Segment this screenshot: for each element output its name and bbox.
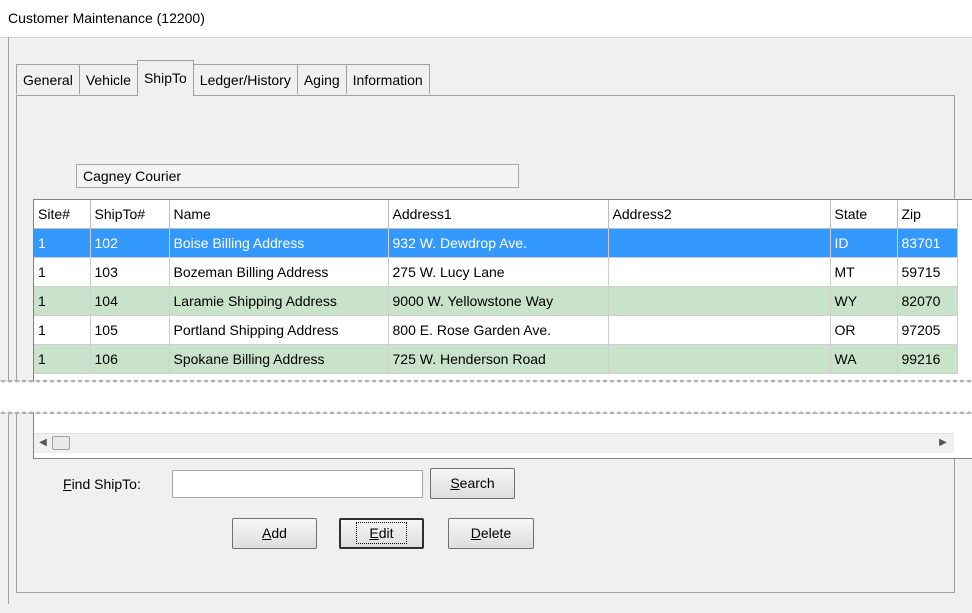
col-header-address2[interactable]: Address2 — [608, 200, 831, 229]
cell-address2 — [608, 228, 831, 258]
customer-maintenance-window: Customer Maintenance (12200) General Veh… — [0, 0, 972, 613]
cell-shipto: 102 — [90, 228, 170, 258]
find-shipto-input[interactable] — [172, 470, 423, 498]
cell-site: 1 — [34, 315, 91, 345]
cell-state: ID — [830, 228, 898, 258]
col-header-zip[interactable]: Zip — [897, 200, 958, 229]
table-row[interactable]: 1 103 Bozeman Billing Address 275 W. Luc… — [34, 257, 958, 287]
cell-shipto: 106 — [90, 344, 170, 374]
table-row[interactable]: 1 104 Laramie Shipping Address 9000 W. Y… — [34, 286, 958, 316]
title-bar: Customer Maintenance (12200) — [0, 0, 972, 38]
cell-address2 — [608, 286, 831, 316]
scroll-left-arrow-icon[interactable]: ◀ — [36, 436, 50, 450]
tab-shipto[interactable]: ShipTo — [136, 60, 194, 96]
cell-name: Bozeman Billing Address — [169, 257, 389, 287]
cell-name: Laramie Shipping Address — [169, 286, 389, 316]
cell-state: WA — [830, 344, 898, 374]
tab-ledger-history[interactable]: Ledger/History — [192, 64, 298, 94]
table-row[interactable]: 1 106 Spokane Billing Address 725 W. Hen… — [34, 344, 958, 374]
col-header-address1[interactable]: Address1 — [388, 200, 609, 229]
cell-site: 1 — [34, 257, 91, 287]
cell-zip: 83701 — [897, 228, 958, 258]
horizontal-scrollbar[interactable]: ◀ ▶ — [34, 433, 954, 453]
cell-zip: 59715 — [897, 257, 958, 287]
window-title: Customer Maintenance (12200) — [8, 10, 205, 26]
cell-address1: 725 W. Henderson Road — [388, 344, 609, 374]
scroll-thumb[interactable] — [52, 436, 70, 450]
cell-name: Boise Billing Address — [169, 228, 389, 258]
tab-information[interactable]: Information — [345, 64, 430, 94]
cell-address1: 275 W. Lucy Lane — [388, 257, 609, 287]
grid-header-row: Site# ShipTo# Name Address1 Address2 Sta… — [34, 200, 958, 229]
focus-rect: Edit — [356, 522, 407, 544]
add-button[interactable]: Add — [232, 518, 317, 549]
tab-general[interactable]: General — [16, 64, 80, 94]
cell-state: OR — [830, 315, 898, 345]
cell-name: Spokane Billing Address — [169, 344, 389, 374]
col-header-shipto[interactable]: ShipTo# — [90, 200, 170, 229]
delete-button[interactable]: Delete — [448, 518, 534, 549]
col-header-name[interactable]: Name — [169, 200, 389, 229]
cell-site: 1 — [34, 286, 91, 316]
tab-strip: General Vehicle ShipTo Ledger/History Ag… — [16, 60, 430, 96]
cell-shipto: 103 — [90, 257, 170, 287]
customer-name-field: Cagney Courier — [76, 164, 519, 188]
cell-site: 1 — [34, 344, 91, 374]
cell-address1: 932 W. Dewdrop Ave. — [388, 228, 609, 258]
shipto-grid[interactable]: Site# ShipTo# Name Address1 Address2 Sta… — [33, 199, 972, 459]
col-header-state[interactable]: State — [830, 200, 898, 229]
cell-zip: 97205 — [897, 315, 958, 345]
cell-address1: 9000 W. Yellowstone Way — [388, 286, 609, 316]
tab-aging[interactable]: Aging — [296, 64, 347, 94]
table-row[interactable]: 1 105 Portland Shipping Address 800 E. R… — [34, 315, 958, 345]
cell-address1: 800 E. Rose Garden Ave. — [388, 315, 609, 345]
tab-vehicle[interactable]: Vehicle — [78, 64, 138, 94]
cell-state: WY — [830, 286, 898, 316]
torn-edge-top — [0, 380, 972, 386]
cell-zip: 82070 — [897, 286, 958, 316]
cell-address2 — [608, 315, 831, 345]
search-button[interactable]: Search — [430, 468, 515, 499]
cell-name: Portland Shipping Address — [169, 315, 389, 345]
table-row[interactable]: 1 102 Boise Billing Address 932 W. Dewdr… — [34, 228, 958, 258]
cell-zip: 99216 — [897, 344, 958, 374]
cell-address2 — [608, 344, 831, 374]
scroll-right-arrow-icon[interactable]: ▶ — [936, 436, 950, 450]
cell-shipto: 105 — [90, 315, 170, 345]
cell-site: 1 — [34, 228, 91, 258]
cell-address2 — [608, 257, 831, 287]
col-header-site[interactable]: Site# — [34, 200, 91, 229]
shipto-table: Site# ShipTo# Name Address1 Address2 Sta… — [34, 200, 958, 374]
cell-shipto: 104 — [90, 286, 170, 316]
find-shipto-label: Find ShipTo: — [63, 476, 141, 492]
edit-button[interactable]: Edit — [339, 518, 424, 549]
torn-edge-bottom — [0, 408, 972, 414]
cell-state: MT — [830, 257, 898, 287]
